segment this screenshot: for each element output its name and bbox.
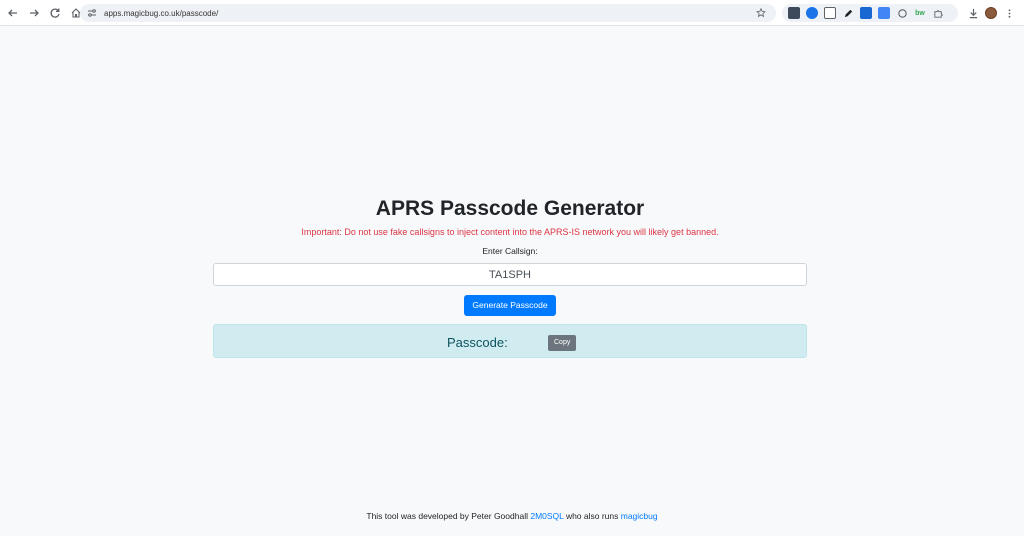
extensions-puzzle-icon[interactable]	[932, 7, 944, 19]
download-icon[interactable]	[964, 4, 982, 22]
generate-passcode-button[interactable]: Generate Passcode	[464, 295, 556, 316]
extension-icon[interactable]: bw	[914, 7, 926, 19]
footer-text-prefix: This tool was developed by Peter Goodhal…	[366, 511, 531, 521]
generator-container: APRS Passcode Generator Important: Do no…	[213, 196, 807, 358]
site-info-icon[interactable]	[86, 7, 98, 19]
avatar	[985, 7, 997, 19]
back-arrow-icon[interactable]	[3, 3, 23, 23]
extension-icon[interactable]	[860, 7, 872, 19]
callsign-label: Enter Callsign:	[482, 246, 538, 256]
extensions-bar: bw	[782, 4, 958, 22]
extension-icon[interactable]	[806, 7, 818, 19]
browser-right-tools	[964, 4, 1018, 22]
magicbug-link[interactable]: magicbug	[621, 511, 658, 521]
extension-icon[interactable]	[788, 7, 800, 19]
passcode-label: Passcode:	[447, 335, 508, 350]
forward-arrow-icon[interactable]	[24, 3, 44, 23]
callsign-link[interactable]: 2M0SQL	[530, 511, 563, 521]
extension-icon[interactable]	[878, 7, 890, 19]
reload-icon[interactable]	[45, 3, 65, 23]
copy-button[interactable]: Copy	[548, 335, 577, 351]
kebab-menu-icon[interactable]	[1000, 4, 1018, 22]
footer: This tool was developed by Peter Goodhal…	[0, 511, 1024, 521]
bookmark-star-icon[interactable]	[754, 6, 768, 20]
passcode-result-box: Passcode: Copy	[213, 324, 807, 358]
callsign-input[interactable]	[213, 263, 807, 286]
address-bar[interactable]: apps.magicbug.co.uk/passcode/	[80, 4, 776, 22]
profile-avatar[interactable]	[982, 4, 1000, 22]
warning-text: Important: Do not use fake callsigns to …	[301, 227, 719, 237]
pen-extension-icon[interactable]	[842, 7, 854, 19]
page-title: APRS Passcode Generator	[375, 197, 645, 220]
footer-text-middle: who also runs	[563, 511, 621, 521]
extension-icon[interactable]	[824, 7, 836, 19]
url-text: apps.magicbug.co.uk/passcode/	[104, 8, 219, 18]
extension-icon[interactable]	[896, 7, 908, 19]
